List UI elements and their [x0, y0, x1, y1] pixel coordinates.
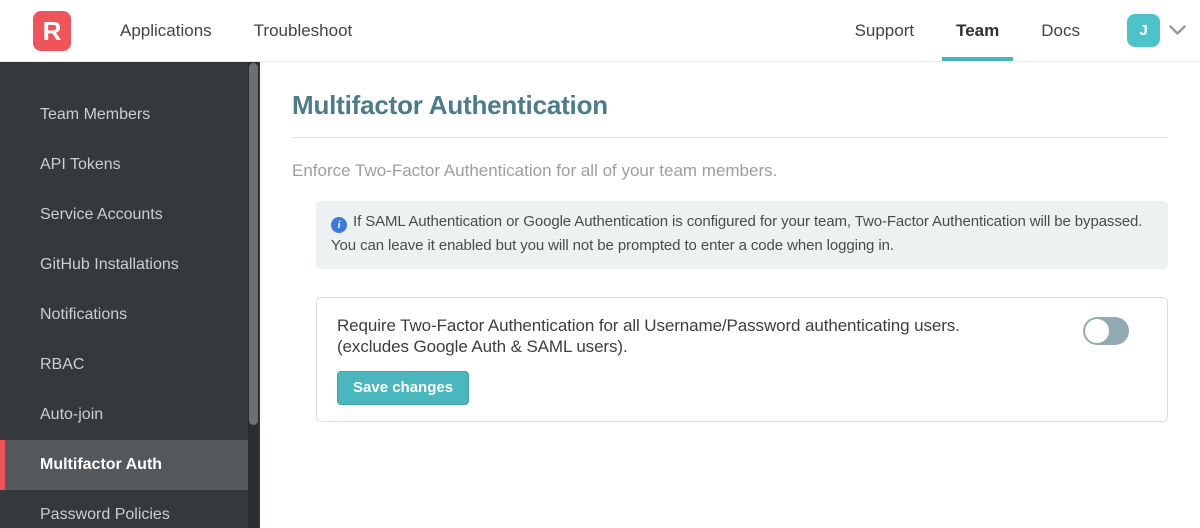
- sidebar-item-auto-join[interactable]: Auto-join: [0, 390, 260, 440]
- main-content: Multifactor Authentication Enforce Two-F…: [260, 62, 1200, 528]
- nav-applications[interactable]: Applications: [106, 0, 226, 61]
- require-2fa-toggle[interactable]: [1083, 317, 1129, 345]
- intro-text: Enforce Two-Factor Authentication for al…: [292, 161, 778, 180]
- sidebar-item-password-policies[interactable]: Password Policies: [0, 490, 260, 528]
- mfa-setting-card: Require Two-Factor Authentication for al…: [316, 297, 1168, 422]
- nav-troubleshoot[interactable]: Troubleshoot: [240, 0, 367, 61]
- setting-label: Require Two-Factor Authentication for al…: [337, 315, 1053, 357]
- sidebar: Team Members API Tokens Service Accounts…: [0, 62, 260, 528]
- user-menu[interactable]: J: [1127, 0, 1186, 61]
- sidebar-item-github-installations[interactable]: GitHub Installations: [0, 240, 260, 290]
- sidebar-item-notifications[interactable]: Notifications: [0, 290, 260, 340]
- top-nav: R Applications Troubleshoot Support Team…: [0, 0, 1200, 62]
- sidebar-item-service-accounts[interactable]: Service Accounts: [0, 190, 260, 240]
- nav-docs[interactable]: Docs: [1027, 0, 1094, 61]
- info-text: If SAML Authentication or Google Authent…: [331, 213, 1143, 254]
- sidebar-item-rbac[interactable]: RBAC: [0, 340, 260, 390]
- info-note: i If SAML Authentication or Google Authen…: [316, 201, 1168, 269]
- sidebar-item-team-members[interactable]: Team Members: [0, 90, 260, 140]
- nav-team[interactable]: Team: [942, 0, 1014, 61]
- chevron-down-icon[interactable]: [1169, 25, 1186, 36]
- title-divider: [292, 137, 1168, 138]
- page: R Applications Troubleshoot Support Team…: [0, 0, 1200, 528]
- primary-nav: Applications Troubleshoot: [99, 0, 373, 61]
- logo-letter: R: [42, 15, 62, 46]
- sidebar-item-multifactor-auth[interactable]: Multifactor Auth: [0, 440, 248, 490]
- toggle-knob[interactable]: [1085, 319, 1109, 343]
- sidebar-menu: Team Members API Tokens Service Accounts…: [0, 62, 260, 528]
- setting-label-line2: (excludes Google Auth & SAML users).: [337, 337, 628, 356]
- sidebar-scrollbar[interactable]: [248, 62, 259, 528]
- save-changes-button[interactable]: Save changes: [337, 371, 470, 405]
- avatar-initial: J: [1139, 22, 1148, 39]
- info-icon: i: [331, 217, 347, 233]
- secondary-nav: Support Team Docs J: [834, 0, 1186, 61]
- sidebar-item-api-tokens[interactable]: API Tokens: [0, 140, 260, 190]
- avatar[interactable]: J: [1127, 14, 1160, 47]
- page-title: Multifactor Authentication: [292, 90, 608, 120]
- nav-support[interactable]: Support: [841, 0, 929, 61]
- app-logo[interactable]: R: [33, 11, 71, 51]
- setting-label-line1: Require Two-Factor Authentication for al…: [337, 316, 960, 335]
- body-row: Team Members API Tokens Service Accounts…: [0, 62, 1200, 528]
- scrollbar-thumb[interactable]: [249, 63, 258, 425]
